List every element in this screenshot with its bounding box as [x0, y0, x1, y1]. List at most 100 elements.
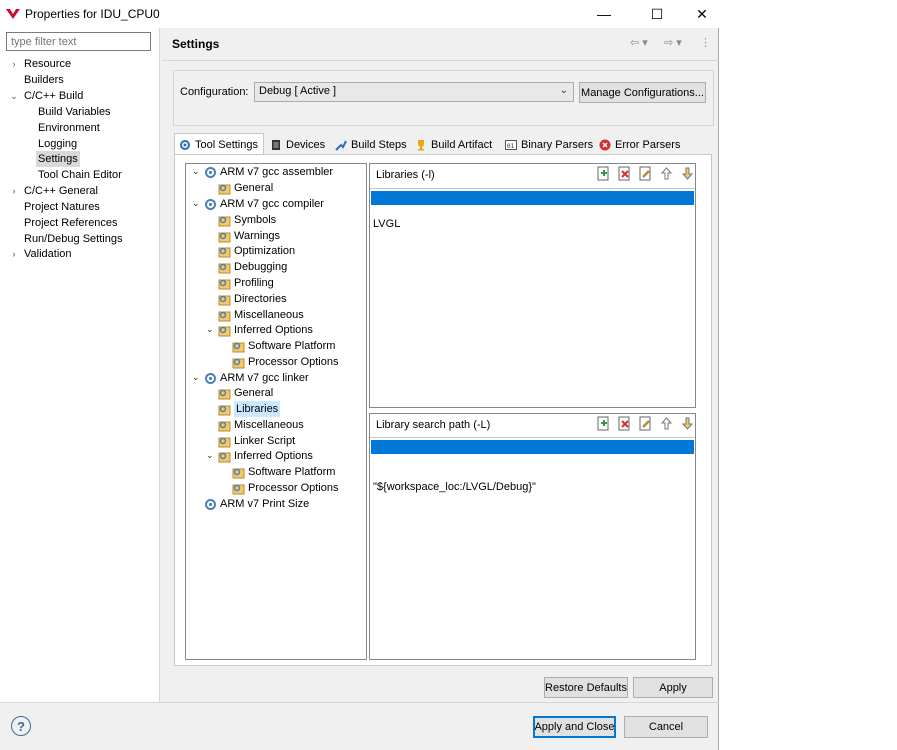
restore-defaults-button[interactable]: Restore Defaults — [544, 677, 628, 698]
error-icon — [599, 139, 611, 150]
minimize-button[interactable]: — — [581, 0, 627, 28]
tree-node-symbols[interactable]: Symbols — [218, 212, 276, 228]
move-down-icon[interactable] — [680, 416, 695, 431]
nav-item-validation[interactable]: Validation — [24, 246, 72, 262]
libraries-list[interactable] — [370, 188, 695, 407]
tree-node-linker-processor-options[interactable]: Processor Options — [232, 480, 338, 496]
tree-node-assembler-general[interactable]: General — [218, 180, 273, 196]
page-title: Settings — [172, 37, 220, 51]
tree-node-linker-misc[interactable]: Miscellaneous — [218, 417, 304, 433]
nav-item-run-debug-settings[interactable]: Run/Debug Settings — [24, 231, 122, 247]
apply-and-close-button[interactable]: Apply and Close — [533, 716, 616, 738]
list-item[interactable]: LVGL — [373, 217, 400, 231]
add-icon[interactable] — [596, 416, 611, 431]
expand-resource-caret[interactable]: › — [9, 56, 19, 72]
tree-node-directories[interactable]: Directories — [218, 291, 287, 307]
chevron-down-icon: ⌄ — [559, 85, 568, 96]
tree-node-compiler-processor-options[interactable]: Processor Options — [232, 354, 338, 370]
tree-node-linker-software-platform[interactable]: Software Platform — [232, 464, 335, 480]
library-path-toolbar — [596, 416, 695, 431]
options-icon — [232, 358, 245, 368]
delete-icon[interactable] — [617, 166, 632, 181]
tree-node-compiler-inferred[interactable]: Inferred Options — [218, 322, 313, 338]
close-button[interactable]: ✕ — [679, 0, 725, 28]
tree-node-debugging[interactable]: Debugging — [218, 259, 287, 275]
expand-cc-general-caret[interactable]: › — [9, 183, 19, 199]
maximize-button[interactable]: ☐ — [634, 0, 680, 28]
tab-tool-settings[interactable]: Tool Settings — [174, 133, 264, 155]
collapse-caret[interactable]: ⌄ — [192, 372, 200, 383]
tree-node-compiler-misc[interactable]: Miscellaneous — [218, 307, 304, 323]
tree-node-linker[interactable]: ARM v7 gcc linker — [204, 370, 309, 386]
tab-build-steps[interactable]: Build Steps — [331, 135, 411, 154]
move-down-icon[interactable] — [680, 166, 695, 181]
nav-item-settings[interactable]: Settings — [36, 151, 80, 167]
cancel-button[interactable]: Cancel — [624, 716, 708, 738]
tree-node-compiler[interactable]: ARM v7 gcc compiler — [204, 196, 324, 212]
manage-configurations-button[interactable]: Manage Configurations... — [579, 82, 706, 103]
collapse-caret[interactable]: ⌄ — [206, 324, 214, 335]
libraries-toolbar — [596, 166, 695, 181]
collapse-cc-build-caret[interactable]: ⌄ — [9, 88, 19, 104]
filter-input[interactable] — [6, 32, 151, 51]
options-icon — [232, 484, 245, 494]
tab-binary-parsers[interactable]: 01 Binary Parsers — [501, 135, 597, 154]
edit-icon[interactable] — [638, 166, 653, 181]
collapse-caret[interactable]: ⌄ — [192, 166, 200, 177]
configuration-select[interactable]: Debug [ Active ] ⌄ — [254, 82, 574, 102]
tab-error-parsers[interactable]: Error Parsers — [595, 135, 684, 154]
options-icon — [218, 247, 231, 257]
view-menu-icon[interactable]: ⋮ — [700, 36, 711, 49]
chip-icon — [272, 139, 280, 150]
collapse-caret[interactable]: ⌄ — [192, 198, 200, 209]
footer-divider — [0, 702, 719, 703]
tab-label: Build Artifact — [431, 138, 493, 151]
move-up-icon[interactable] — [659, 416, 674, 431]
tree-node-libraries[interactable]: Libraries — [218, 401, 281, 417]
tree-node-warnings[interactable]: Warnings — [218, 228, 280, 244]
configuration-value: Debug [ Active ] — [259, 85, 337, 97]
list-item[interactable] — [371, 191, 694, 205]
tree-node-assembler[interactable]: ARM v7 gcc assembler — [204, 164, 333, 180]
nav-item-tool-chain-editor[interactable]: Tool Chain Editor — [38, 167, 122, 183]
nav-item-resource[interactable]: Resource — [24, 56, 71, 72]
tool-gear-icon — [205, 372, 216, 384]
tree-node-linker-script[interactable]: Linker Script — [218, 433, 295, 449]
delete-icon[interactable] — [617, 416, 632, 431]
forward-arrow-icon[interactable]: ⇨ ▾ — [664, 36, 682, 49]
options-icon — [218, 421, 231, 431]
tab-devices[interactable]: Devices — [266, 135, 329, 154]
list-item[interactable] — [371, 440, 694, 454]
move-up-icon[interactable] — [659, 166, 674, 181]
options-icon — [218, 452, 231, 462]
tree-node-optimization[interactable]: Optimization — [218, 243, 295, 259]
add-icon[interactable] — [596, 166, 611, 181]
tool-gear-icon — [205, 166, 216, 178]
build-steps-icon — [335, 140, 347, 151]
window-title: Properties for IDU_CPU0 — [25, 7, 160, 21]
nav-item-cc-build[interactable]: C/C++ Build — [24, 88, 83, 104]
nav-item-project-references[interactable]: Project References — [24, 215, 118, 231]
library-path-list[interactable] — [370, 437, 695, 659]
edit-icon[interactable] — [638, 416, 653, 431]
tree-node-profiling[interactable]: Profiling — [218, 275, 274, 291]
nav-item-builders[interactable]: Builders — [24, 72, 64, 88]
help-icon[interactable]: ? — [11, 716, 31, 736]
nav-item-project-natures[interactable]: Project Natures — [24, 199, 100, 215]
tree-node-compiler-software-platform[interactable]: Software Platform — [232, 338, 335, 354]
tree-node-linker-inferred[interactable]: Inferred Options — [218, 448, 313, 464]
tree-node-linker-general[interactable]: General — [218, 385, 273, 401]
back-arrow-icon[interactable]: ⇦ ▾ — [630, 36, 648, 49]
tab-build-artifact[interactable]: Build Artifact — [411, 135, 496, 154]
nav-item-cc-general[interactable]: C/C++ General — [24, 183, 98, 199]
options-icon — [218, 184, 231, 194]
list-item[interactable]: "${workspace_loc:/LVGL/Debug}" — [373, 480, 536, 494]
trophy-icon — [418, 139, 424, 150]
apply-button[interactable]: Apply — [633, 677, 713, 698]
nav-item-build-variables[interactable]: Build Variables — [38, 104, 111, 120]
nav-item-logging[interactable]: Logging — [38, 136, 77, 152]
expand-validation-caret[interactable]: › — [9, 246, 19, 262]
nav-item-environment[interactable]: Environment — [38, 120, 100, 136]
collapse-caret[interactable]: ⌄ — [206, 450, 214, 461]
tree-node-print-size[interactable]: ARM v7 Print Size — [204, 496, 309, 512]
